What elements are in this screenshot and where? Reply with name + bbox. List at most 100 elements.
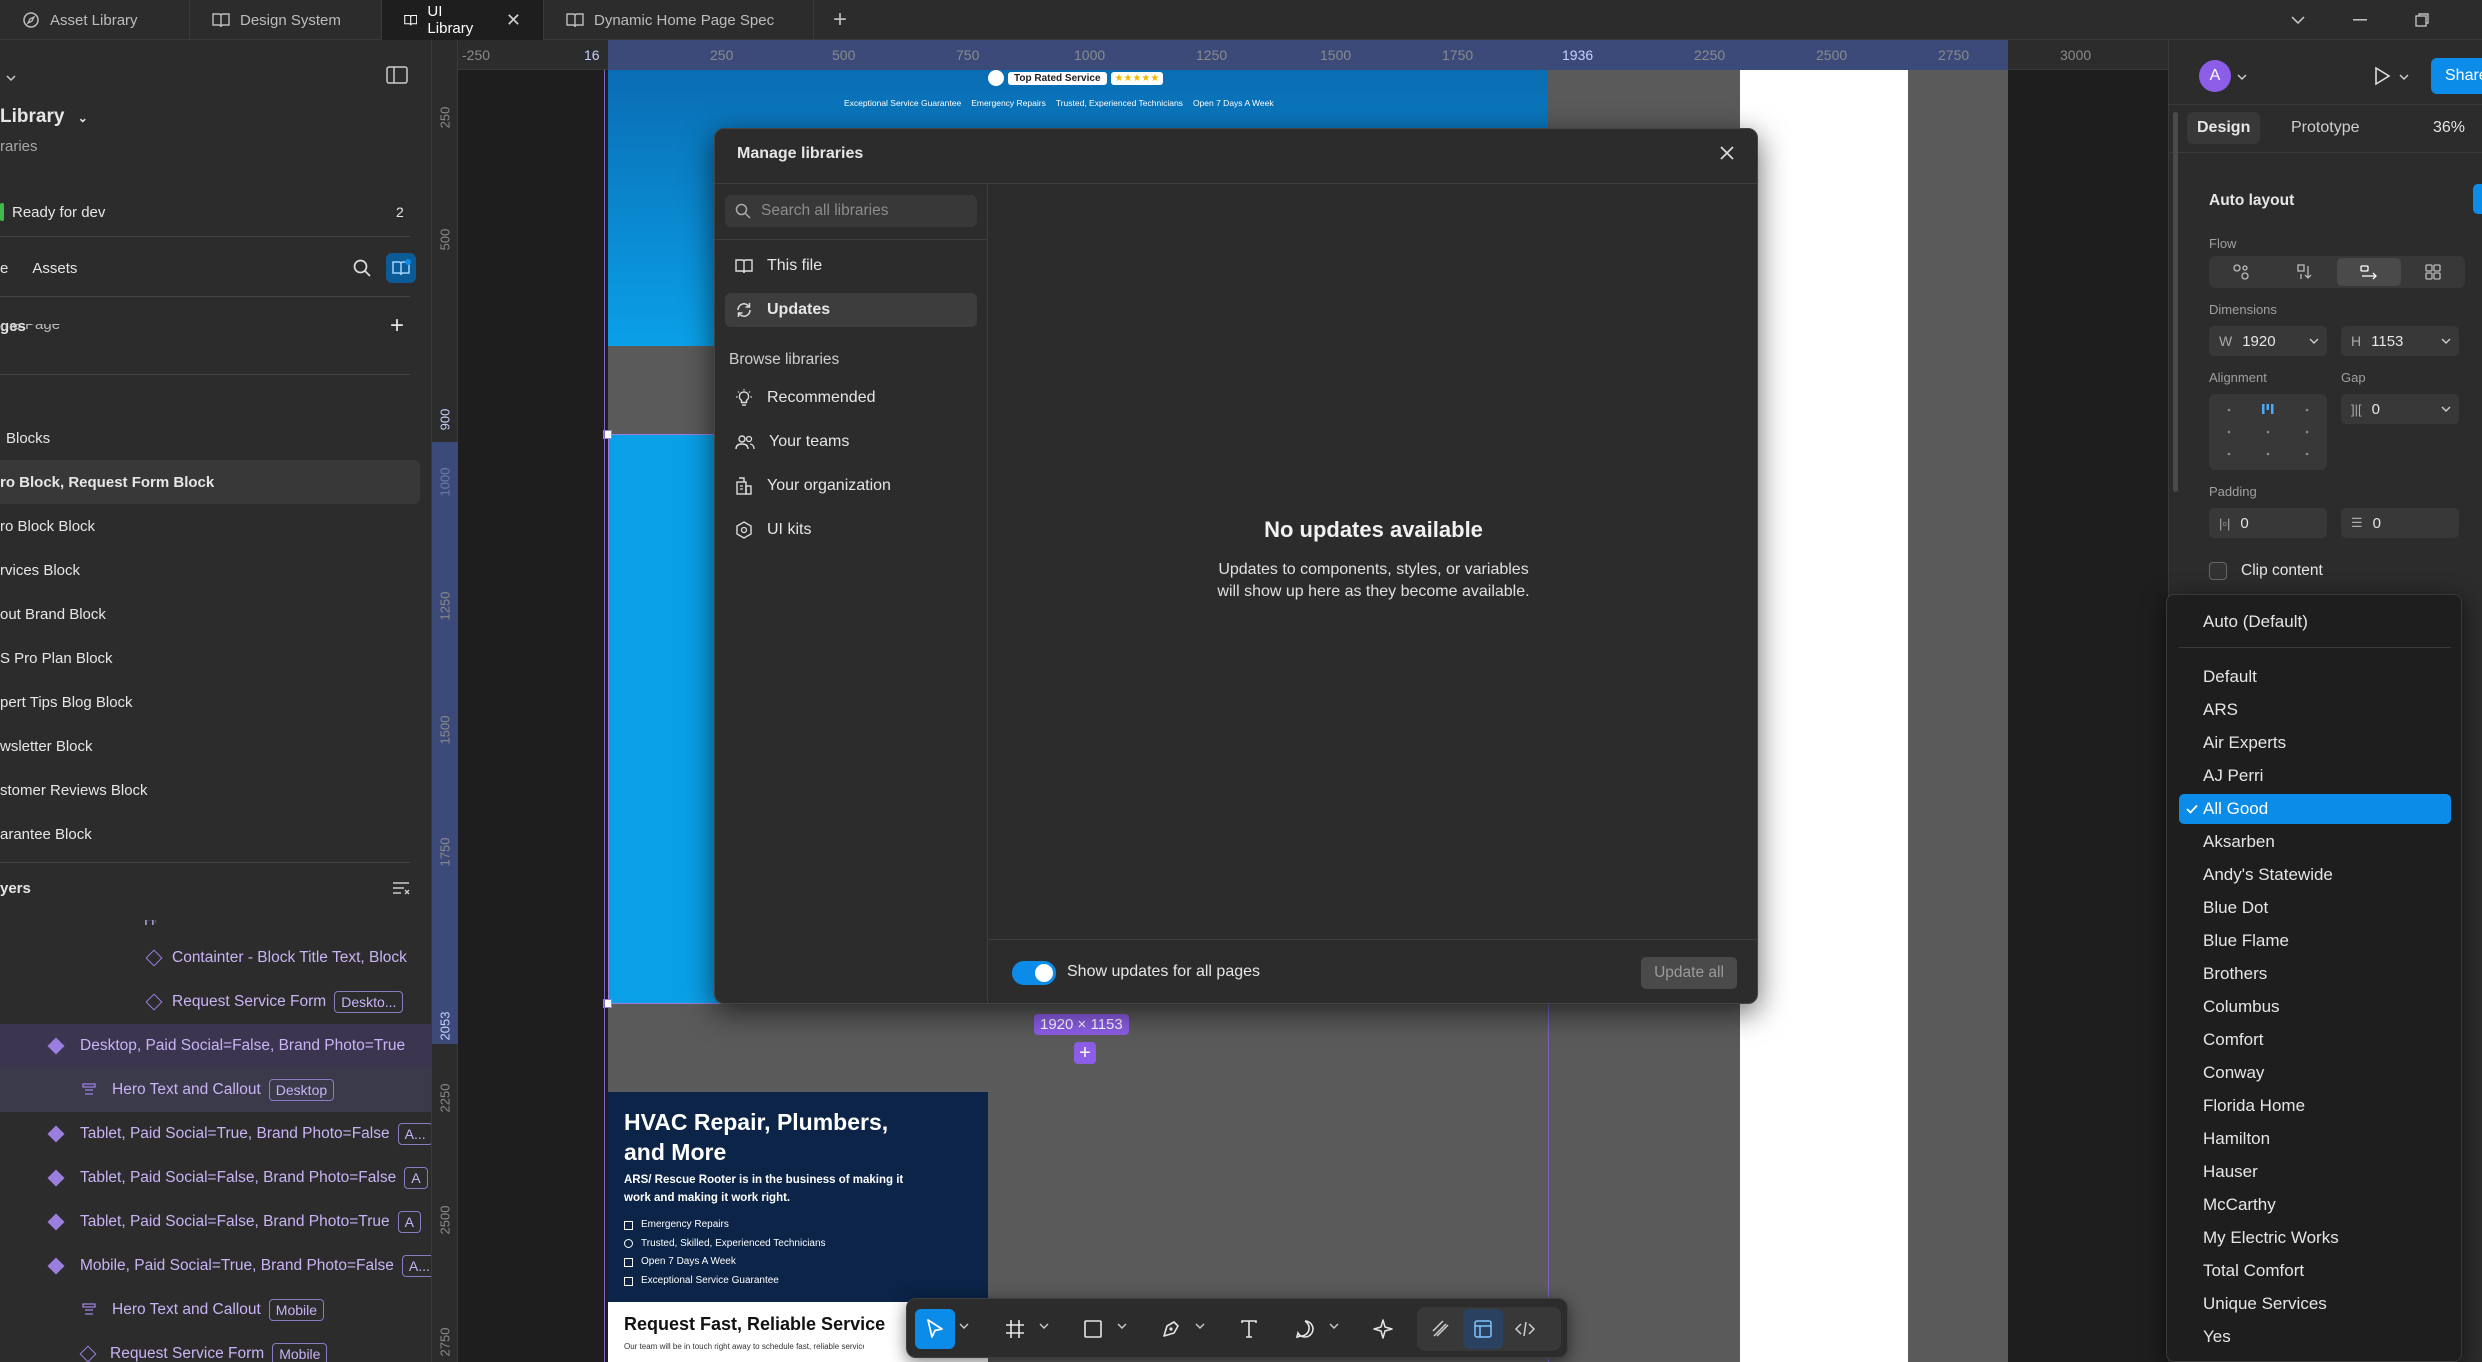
width-field[interactable]: W 1920	[2209, 326, 2327, 356]
page-item[interactable]: wsletter Block	[0, 724, 431, 768]
dropdown-option[interactable]: Columbus	[2179, 992, 2451, 1022]
tab-layers[interactable]: e	[0, 260, 8, 277]
nav-recommended[interactable]: Recommended	[725, 381, 977, 415]
show-updates-toggle[interactable]	[1012, 961, 1056, 985]
design-mode-icon[interactable]	[1463, 1309, 1503, 1349]
auto-layout-toggle[interactable]	[2473, 184, 2482, 214]
dev-mode-icon[interactable]	[1505, 1309, 1545, 1349]
page-item[interactable]: arantee Block	[0, 812, 431, 856]
dropdown-option[interactable]: Conway	[2179, 1058, 2451, 1088]
chevron-down-icon[interactable]	[2441, 338, 2451, 345]
chevron-down-icon[interactable]	[2268, 0, 2328, 40]
dropdown-option[interactable]: Brothers	[2179, 959, 2451, 989]
dropdown-option[interactable]: Comfort	[2179, 1025, 2451, 1055]
layer-item[interactable]: Request Service Form Deskto...	[0, 980, 431, 1024]
dropdown-option[interactable]: McCarthy	[2179, 1190, 2451, 1220]
gap-field[interactable]: ]|[ 0	[2341, 394, 2459, 424]
tab-design[interactable]: Design	[2187, 112, 2261, 144]
chevron-down-icon[interactable]	[6, 74, 16, 82]
tab-prototype[interactable]: Prototype	[2281, 112, 2369, 144]
add-auto-layout-plus-icon[interactable]: +	[1074, 1042, 1096, 1064]
close-icon[interactable]: ✕	[506, 10, 521, 31]
nav-ui-kits[interactable]: UI kits	[725, 513, 977, 547]
layer-item[interactable]: Containter - Block Title Text, Block	[0, 936, 431, 980]
move-tool-icon[interactable]	[915, 1309, 955, 1349]
dropdown-option[interactable]: AJ Perri	[2179, 761, 2451, 791]
zoom-level[interactable]: 36%	[2433, 112, 2465, 144]
dropdown-option[interactable]: Default	[2179, 662, 2451, 692]
chevron-down-icon[interactable]	[1195, 1323, 1205, 1330]
chevron-down-icon[interactable]	[1039, 1323, 1049, 1330]
dropdown-option[interactable]: Andy's Statewide	[2179, 860, 2451, 890]
restore-icon[interactable]	[2392, 0, 2452, 40]
page-item-partial[interactable]: me Page	[0, 324, 60, 338]
nav-your-organization[interactable]: Your organization	[725, 469, 977, 503]
chevron-down-icon[interactable]	[959, 1323, 969, 1330]
layer-item[interactable]: Request Service Form Mobile	[0, 1332, 431, 1362]
chevron-down-icon[interactable]	[2309, 338, 2319, 345]
dropdown-option[interactable]: Hamilton	[2179, 1124, 2451, 1154]
chevron-down-icon[interactable]	[1329, 1323, 1339, 1330]
layer-item[interactable]: Tablet, Paid Social=False, Brand Photo=F…	[0, 1156, 431, 1200]
page-item[interactable]: ro Block Block	[0, 504, 431, 548]
dropdown-option[interactable]: ARS	[2179, 695, 2451, 725]
close-icon[interactable]	[1719, 145, 1735, 161]
flow-freeform-icon[interactable]	[2209, 256, 2273, 288]
nav-this-file[interactable]: This file	[725, 249, 977, 283]
ready-for-dev-row[interactable]: Ready for dev 2	[0, 190, 431, 234]
chevron-down-icon[interactable]	[2399, 74, 2409, 81]
avatar[interactable]: A	[2199, 60, 2231, 92]
layer-item-selected[interactable]: Desktop, Paid Social=False, Brand Photo=…	[0, 1024, 431, 1068]
tab-assets[interactable]: Assets	[32, 260, 77, 277]
tab-asset-library[interactable]: Asset Library	[0, 0, 190, 40]
frame-tool-icon[interactable]	[995, 1309, 1035, 1349]
hero-mobile-preview[interactable]: HVAC Repair, Plumbers, and More ARS/ Res…	[608, 1092, 988, 1302]
minimize-icon[interactable]	[2330, 0, 2390, 40]
dropdown-option[interactable]: Blue Flame	[2179, 926, 2451, 956]
pen-tool-icon[interactable]	[1151, 1309, 1191, 1349]
draw-mode-icon[interactable]	[1421, 1309, 1461, 1349]
tab-ui-library[interactable]: UI Library ✕	[382, 0, 544, 40]
page-item[interactable]: rvices Block	[0, 548, 431, 592]
add-page-plus-icon[interactable]: +	[390, 312, 404, 340]
layer-item[interactable]: Mobile, Paid Social=True, Brand Photo=Fa…	[0, 1244, 431, 1288]
play-icon[interactable]	[2373, 66, 2391, 86]
clip-content-checkbox[interactable]	[2209, 562, 2227, 580]
update-all-button[interactable]: Update all	[1641, 957, 1737, 989]
height-field[interactable]: H 1153	[2341, 326, 2459, 356]
dropdown-option[interactable]: Aksarben	[2179, 827, 2451, 857]
dropdown-option[interactable]: Yes	[2179, 1322, 2451, 1352]
dropdown-option-auto[interactable]: Auto (Default)	[2179, 607, 2451, 637]
layer-item[interactable]: Tablet, Paid Social=True, Brand Photo=Fa…	[0, 1112, 431, 1156]
comment-tool-icon[interactable]	[1285, 1309, 1325, 1349]
alignment-grid[interactable]	[2209, 394, 2327, 470]
share-button[interactable]: Share	[2431, 58, 2482, 94]
dropdown-option[interactable]: Florida Home	[2179, 1091, 2451, 1121]
flow-horizontal-icon[interactable]	[2337, 258, 2401, 286]
search-libraries-input[interactable]: Search all libraries	[725, 195, 977, 227]
dropdown-option[interactable]: Air Experts	[2179, 728, 2451, 758]
ai-actions-icon[interactable]	[1363, 1309, 1403, 1349]
dropdown-option[interactable]: Blue Dot	[2179, 893, 2451, 923]
layer-item-partial[interactable]: Hero Block Content	[0, 920, 156, 934]
dropdown-option[interactable]: Total Comfort	[2179, 1256, 2451, 1286]
scrollbar[interactable]	[2173, 112, 2178, 492]
dropdown-option[interactable]: Hauser	[2179, 1157, 2451, 1187]
library-icon[interactable]	[386, 253, 416, 283]
chevron-down-icon[interactable]	[2237, 74, 2247, 81]
flow-grid-icon[interactable]	[2401, 256, 2465, 288]
file-title[interactable]: Library ⌄	[0, 106, 88, 128]
dropdown-option[interactable]: My Electric Works	[2179, 1223, 2451, 1253]
sidebar-toggle-icon[interactable]	[386, 66, 408, 84]
page-item[interactable]: S Pro Plan Block	[0, 636, 431, 680]
page-item[interactable]: stomer Reviews Block	[0, 768, 431, 812]
search-icon[interactable]	[352, 258, 372, 278]
dropdown-option[interactable]: Unique Services	[2179, 1289, 2451, 1319]
page-item[interactable]: Blocks	[0, 416, 431, 460]
chevron-down-icon[interactable]	[1117, 1323, 1127, 1330]
flow-vertical-icon[interactable]	[2273, 256, 2337, 288]
tab-design-system[interactable]: Design System	[190, 0, 382, 40]
dropdown-option-selected[interactable]: All Good	[2179, 794, 2451, 824]
page-item[interactable]: pert Tips Blog Block	[0, 680, 431, 724]
chevron-down-icon[interactable]	[2441, 406, 2451, 413]
